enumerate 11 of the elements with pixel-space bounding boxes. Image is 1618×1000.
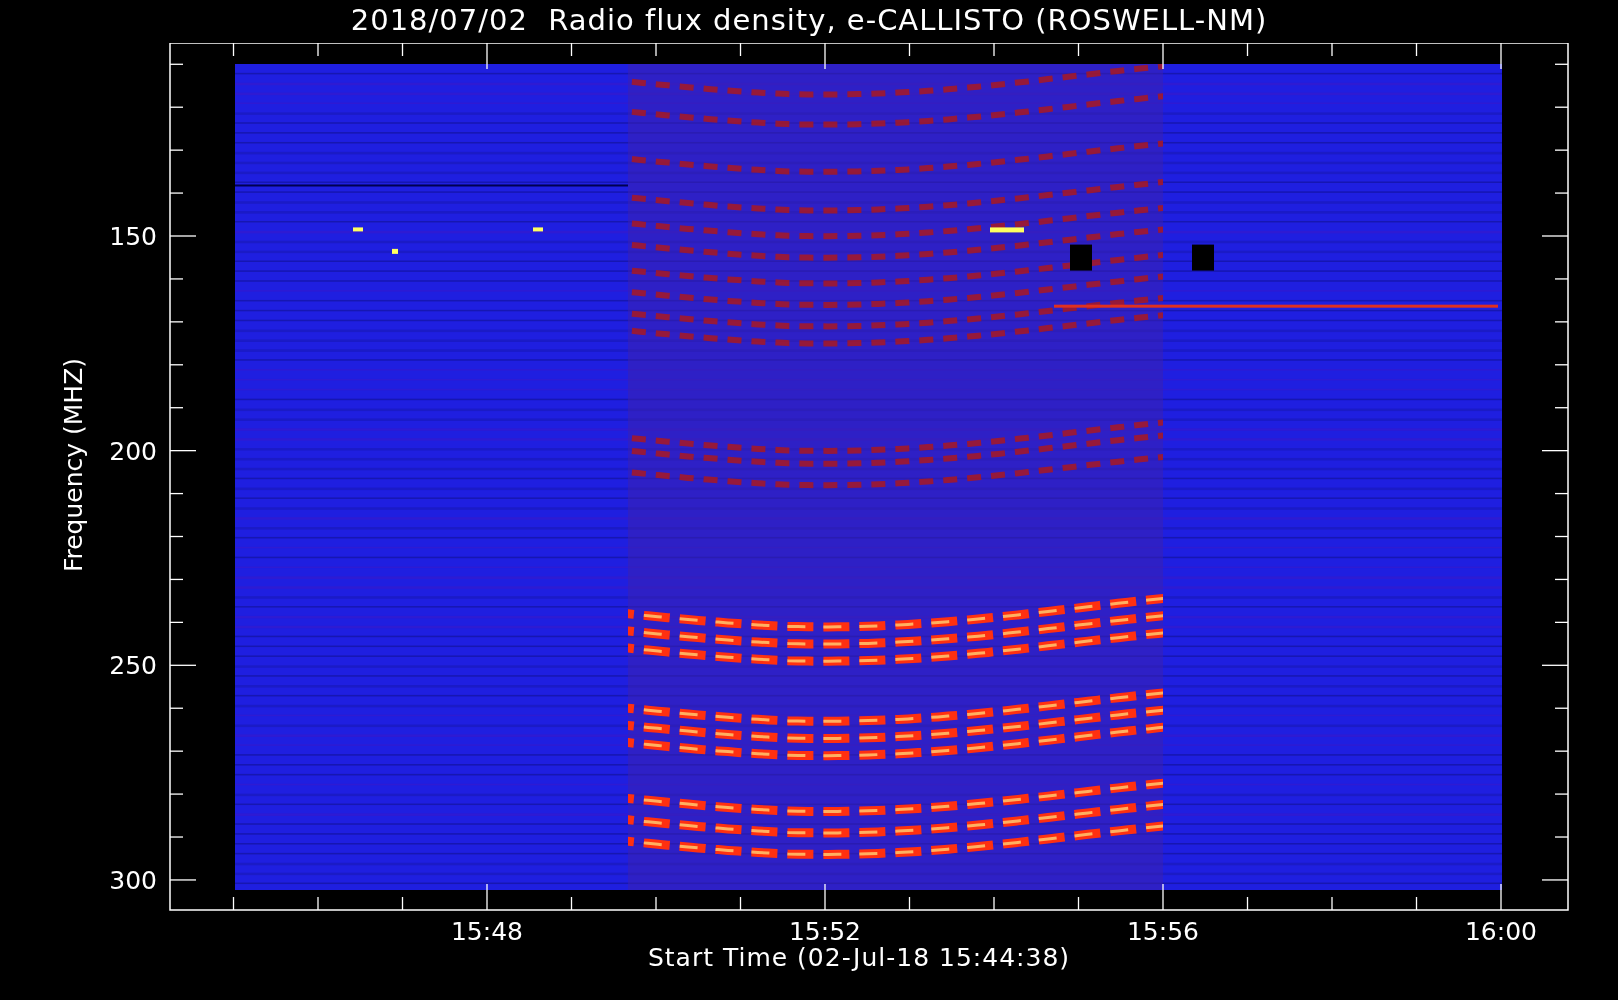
x-tick-label: 15:52: [789, 917, 861, 943]
y-tick-label: 250: [109, 651, 157, 681]
y-tick-label: 300: [109, 865, 157, 895]
x-tick-label: 15:56: [1127, 917, 1199, 943]
x-axis-label: Start Time (02-Jul-18 15:44:38): [647, 943, 1071, 973]
x-tick-label: 16:00: [1465, 917, 1537, 943]
x-tick-label: 15:48: [451, 917, 523, 943]
y-tick-label: 200: [109, 436, 157, 466]
y-tick-label: 150: [109, 222, 157, 251]
chart-title: 2018/07/02 Radio flux density, e-CALLISTO (ROSWELL-NM): [350, 2, 1268, 39]
y-axis-label: Frequency (MHZ): [59, 357, 88, 573]
